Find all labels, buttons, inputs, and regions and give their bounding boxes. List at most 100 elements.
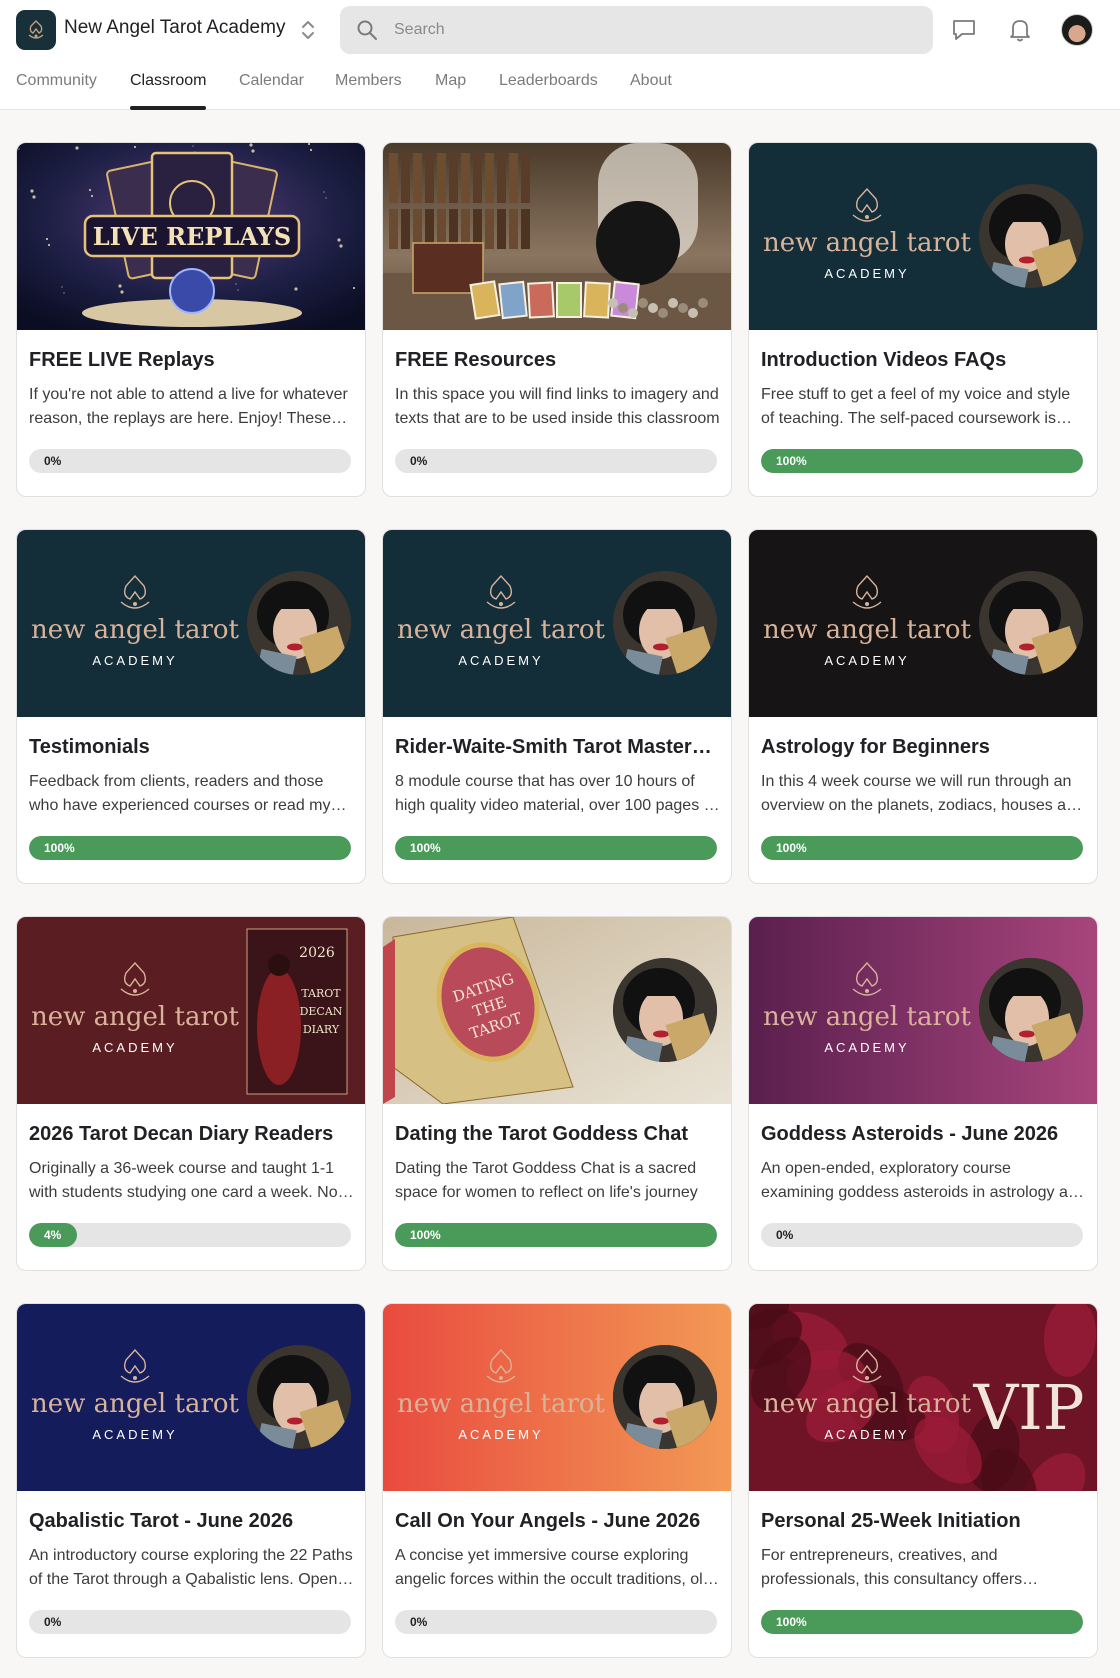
brand-subtitle: ACADEMY xyxy=(458,653,543,668)
course-card[interactable]: new angel tarot ACADEMY Call On Your Angel… xyxy=(382,1303,732,1658)
course-title[interactable]: Astrology for Beginners xyxy=(761,736,1087,759)
course-progress-fill xyxy=(395,1223,717,1247)
course-title[interactable]: Qabalistic Tarot - June 2026 xyxy=(29,1510,355,1533)
course-cover-image[interactable]: new angel tarot ACADEMY VIP xyxy=(749,1304,1097,1491)
tab-leaderboards[interactable]: Leaderboards xyxy=(499,72,598,110)
course-progress-label: 0% xyxy=(44,1615,62,1629)
course-progress-fill xyxy=(395,836,717,860)
course-progress-bar: 100% xyxy=(29,836,351,860)
user-avatar[interactable] xyxy=(1061,14,1093,46)
course-title[interactable]: Dating the Tarot Goddess Chat xyxy=(395,1123,721,1146)
course-progress-label: 100% xyxy=(410,841,441,855)
course-title[interactable]: Testimonials xyxy=(29,736,355,759)
course-description: If you're not able to attend a live for … xyxy=(29,386,348,427)
bell-icon xyxy=(1010,20,1030,42)
tab-members[interactable]: Members xyxy=(335,72,402,110)
svg-text:DIARY: DIARY xyxy=(303,1023,340,1036)
course-cover-image[interactable]: new angel tarot ACADEMY xyxy=(749,917,1097,1104)
svg-text:TAROT: TAROT xyxy=(301,987,341,1000)
app-header: New Angel Tarot Academy Search Community… xyxy=(0,0,1120,110)
nav-tabs: Community Classroom Calendar Members Map… xyxy=(0,60,1120,110)
course-card[interactable]: new angel tarot ACADEMY VIP Personal 25-Wee… xyxy=(748,1303,1098,1658)
course-progress-label: 100% xyxy=(44,841,75,855)
course-progress-bar: 100% xyxy=(395,1223,717,1247)
svg-text:DECAN: DECAN xyxy=(300,1005,343,1018)
course-progress-bar: 0% xyxy=(395,1610,717,1634)
group-switcher-icon[interactable] xyxy=(299,18,317,42)
course-cover-image[interactable]: new angel tarot ACADEMY xyxy=(749,530,1097,717)
course-progress-fill xyxy=(29,836,351,860)
course-cover-image[interactable] xyxy=(383,143,731,330)
brand-wordmark: new angel tarot xyxy=(763,1002,972,1032)
svg-text:2026: 2026 xyxy=(299,945,335,961)
course-cover-image[interactable]: new angel tarot ACADEMY xyxy=(17,530,365,717)
course-progress-label: 100% xyxy=(410,1228,441,1242)
course-progress-label: 100% xyxy=(776,841,807,855)
course-card[interactable]: new angel tarot ACADEMY Goddess Asteroids … xyxy=(748,916,1098,1271)
group-logo[interactable] xyxy=(16,10,56,50)
search-input[interactable] xyxy=(394,6,914,54)
course-card[interactable]: LIVE REPLAYS FREE LIVE Replays If you're n… xyxy=(16,142,366,497)
course-progress-bar: 0% xyxy=(29,1610,351,1634)
brand-wordmark: new angel tarot xyxy=(397,1389,606,1419)
course-description: Originally a 36-week course and taught 1… xyxy=(29,1160,350,1201)
tab-community[interactable]: Community xyxy=(16,72,97,110)
course-description: Dating the Tarot Goddess Chat is a sacre… xyxy=(395,1160,698,1201)
tab-calendar[interactable]: Calendar xyxy=(239,72,304,110)
course-card[interactable]: new angel tarot ACADEMY Introduction Video… xyxy=(748,142,1098,497)
course-card[interactable]: new angel tarot ACADEMY 2026 TAROT DECAN DIAR… xyxy=(16,916,366,1271)
brand-wordmark: new angel tarot xyxy=(397,615,606,645)
course-description: For entrepreneurs, creatives, and profes… xyxy=(761,1547,1023,1588)
course-cover-image[interactable]: new angel tarot ACADEMY xyxy=(749,143,1097,330)
course-progress-bar: 100% xyxy=(761,1610,1083,1634)
notifications-button[interactable] xyxy=(1004,14,1036,46)
course-description: Feedback from clients, readers and those… xyxy=(29,773,331,814)
vip-label: VIP xyxy=(973,1371,1085,1444)
brand-subtitle: ACADEMY xyxy=(92,1427,177,1442)
course-progress-label: 4% xyxy=(44,1228,62,1242)
course-title[interactable]: Introduction Videos FAQs xyxy=(761,349,1087,372)
group-name[interactable]: New Angel Tarot Academy xyxy=(64,17,285,39)
course-card[interactable]: new angel tarot ACADEMY Testimonials Feedba… xyxy=(16,529,366,884)
course-description: 8 module course that has over 10 hours o… xyxy=(395,773,717,814)
course-title[interactable]: FREE Resources xyxy=(395,349,721,372)
brand-wordmark: new angel tarot xyxy=(31,1389,240,1419)
course-progress-label: 100% xyxy=(776,454,807,468)
course-title[interactable]: Goddess Asteroids - June 2026 xyxy=(761,1123,1087,1146)
course-cover-image[interactable]: LIVE REPLAYS xyxy=(17,143,365,330)
course-card[interactable]: new angel tarot ACADEMY Qabalistic Tarot -… xyxy=(16,1303,366,1658)
course-card[interactable]: FREE Resources In this space you will fin… xyxy=(382,142,732,497)
top-bar: New Angel Tarot Academy xyxy=(0,0,1120,60)
course-progress-bar: 4% xyxy=(29,1223,351,1247)
course-card[interactable]: DATING THE TAROT Dating the Tarot Goddess C… xyxy=(382,916,732,1271)
course-title[interactable]: FREE LIVE Replays xyxy=(29,349,355,372)
course-progress-bar: 0% xyxy=(761,1223,1083,1247)
brand-subtitle: ACADEMY xyxy=(824,1427,909,1442)
course-cover-image[interactable]: new angel tarot ACADEMY xyxy=(17,1304,365,1491)
course-progress-fill xyxy=(761,1610,1083,1634)
course-cover-image[interactable]: DATING THE TAROT xyxy=(383,917,731,1104)
tab-map[interactable]: Map xyxy=(435,72,466,110)
search-bar[interactable] xyxy=(340,6,933,54)
course-description: In this 4 week course we will run throug… xyxy=(761,773,1084,814)
diary-book-cover: 2026 TAROT DECAN DIARY xyxy=(246,928,348,1095)
tab-about[interactable]: About xyxy=(630,72,672,110)
brand-wordmark: new angel tarot xyxy=(763,1389,972,1419)
course-title[interactable]: Call On Your Angels - June 2026 xyxy=(395,1510,721,1533)
tab-classroom[interactable]: Classroom xyxy=(130,72,207,110)
course-card[interactable]: new angel tarot ACADEMY Rider-Waite-Smith … xyxy=(382,529,732,884)
course-card[interactable]: new angel tarot ACADEMY Astrology for Begi… xyxy=(748,529,1098,884)
course-title[interactable]: Rider-Waite-Smith Tarot Masterclass xyxy=(395,736,721,759)
brand-subtitle: ACADEMY xyxy=(458,1427,543,1442)
brand-wordmark: new angel tarot xyxy=(31,615,240,645)
course-progress-bar: 100% xyxy=(395,836,717,860)
course-progress-label: 100% xyxy=(776,1615,807,1629)
course-title[interactable]: Personal 25-Week Initiation xyxy=(761,1510,1087,1533)
course-cover-image[interactable]: new angel tarot ACADEMY 2026 TAROT DECAN DIAR… xyxy=(17,917,365,1104)
course-cover-image[interactable]: new angel tarot ACADEMY xyxy=(383,1304,731,1491)
chat-button[interactable] xyxy=(948,14,980,46)
brand-subtitle: ACADEMY xyxy=(92,1040,177,1055)
course-progress-label: 0% xyxy=(410,454,428,468)
course-cover-image[interactable]: new angel tarot ACADEMY xyxy=(383,530,731,717)
course-title[interactable]: 2026 Tarot Decan Diary Readers xyxy=(29,1123,355,1146)
